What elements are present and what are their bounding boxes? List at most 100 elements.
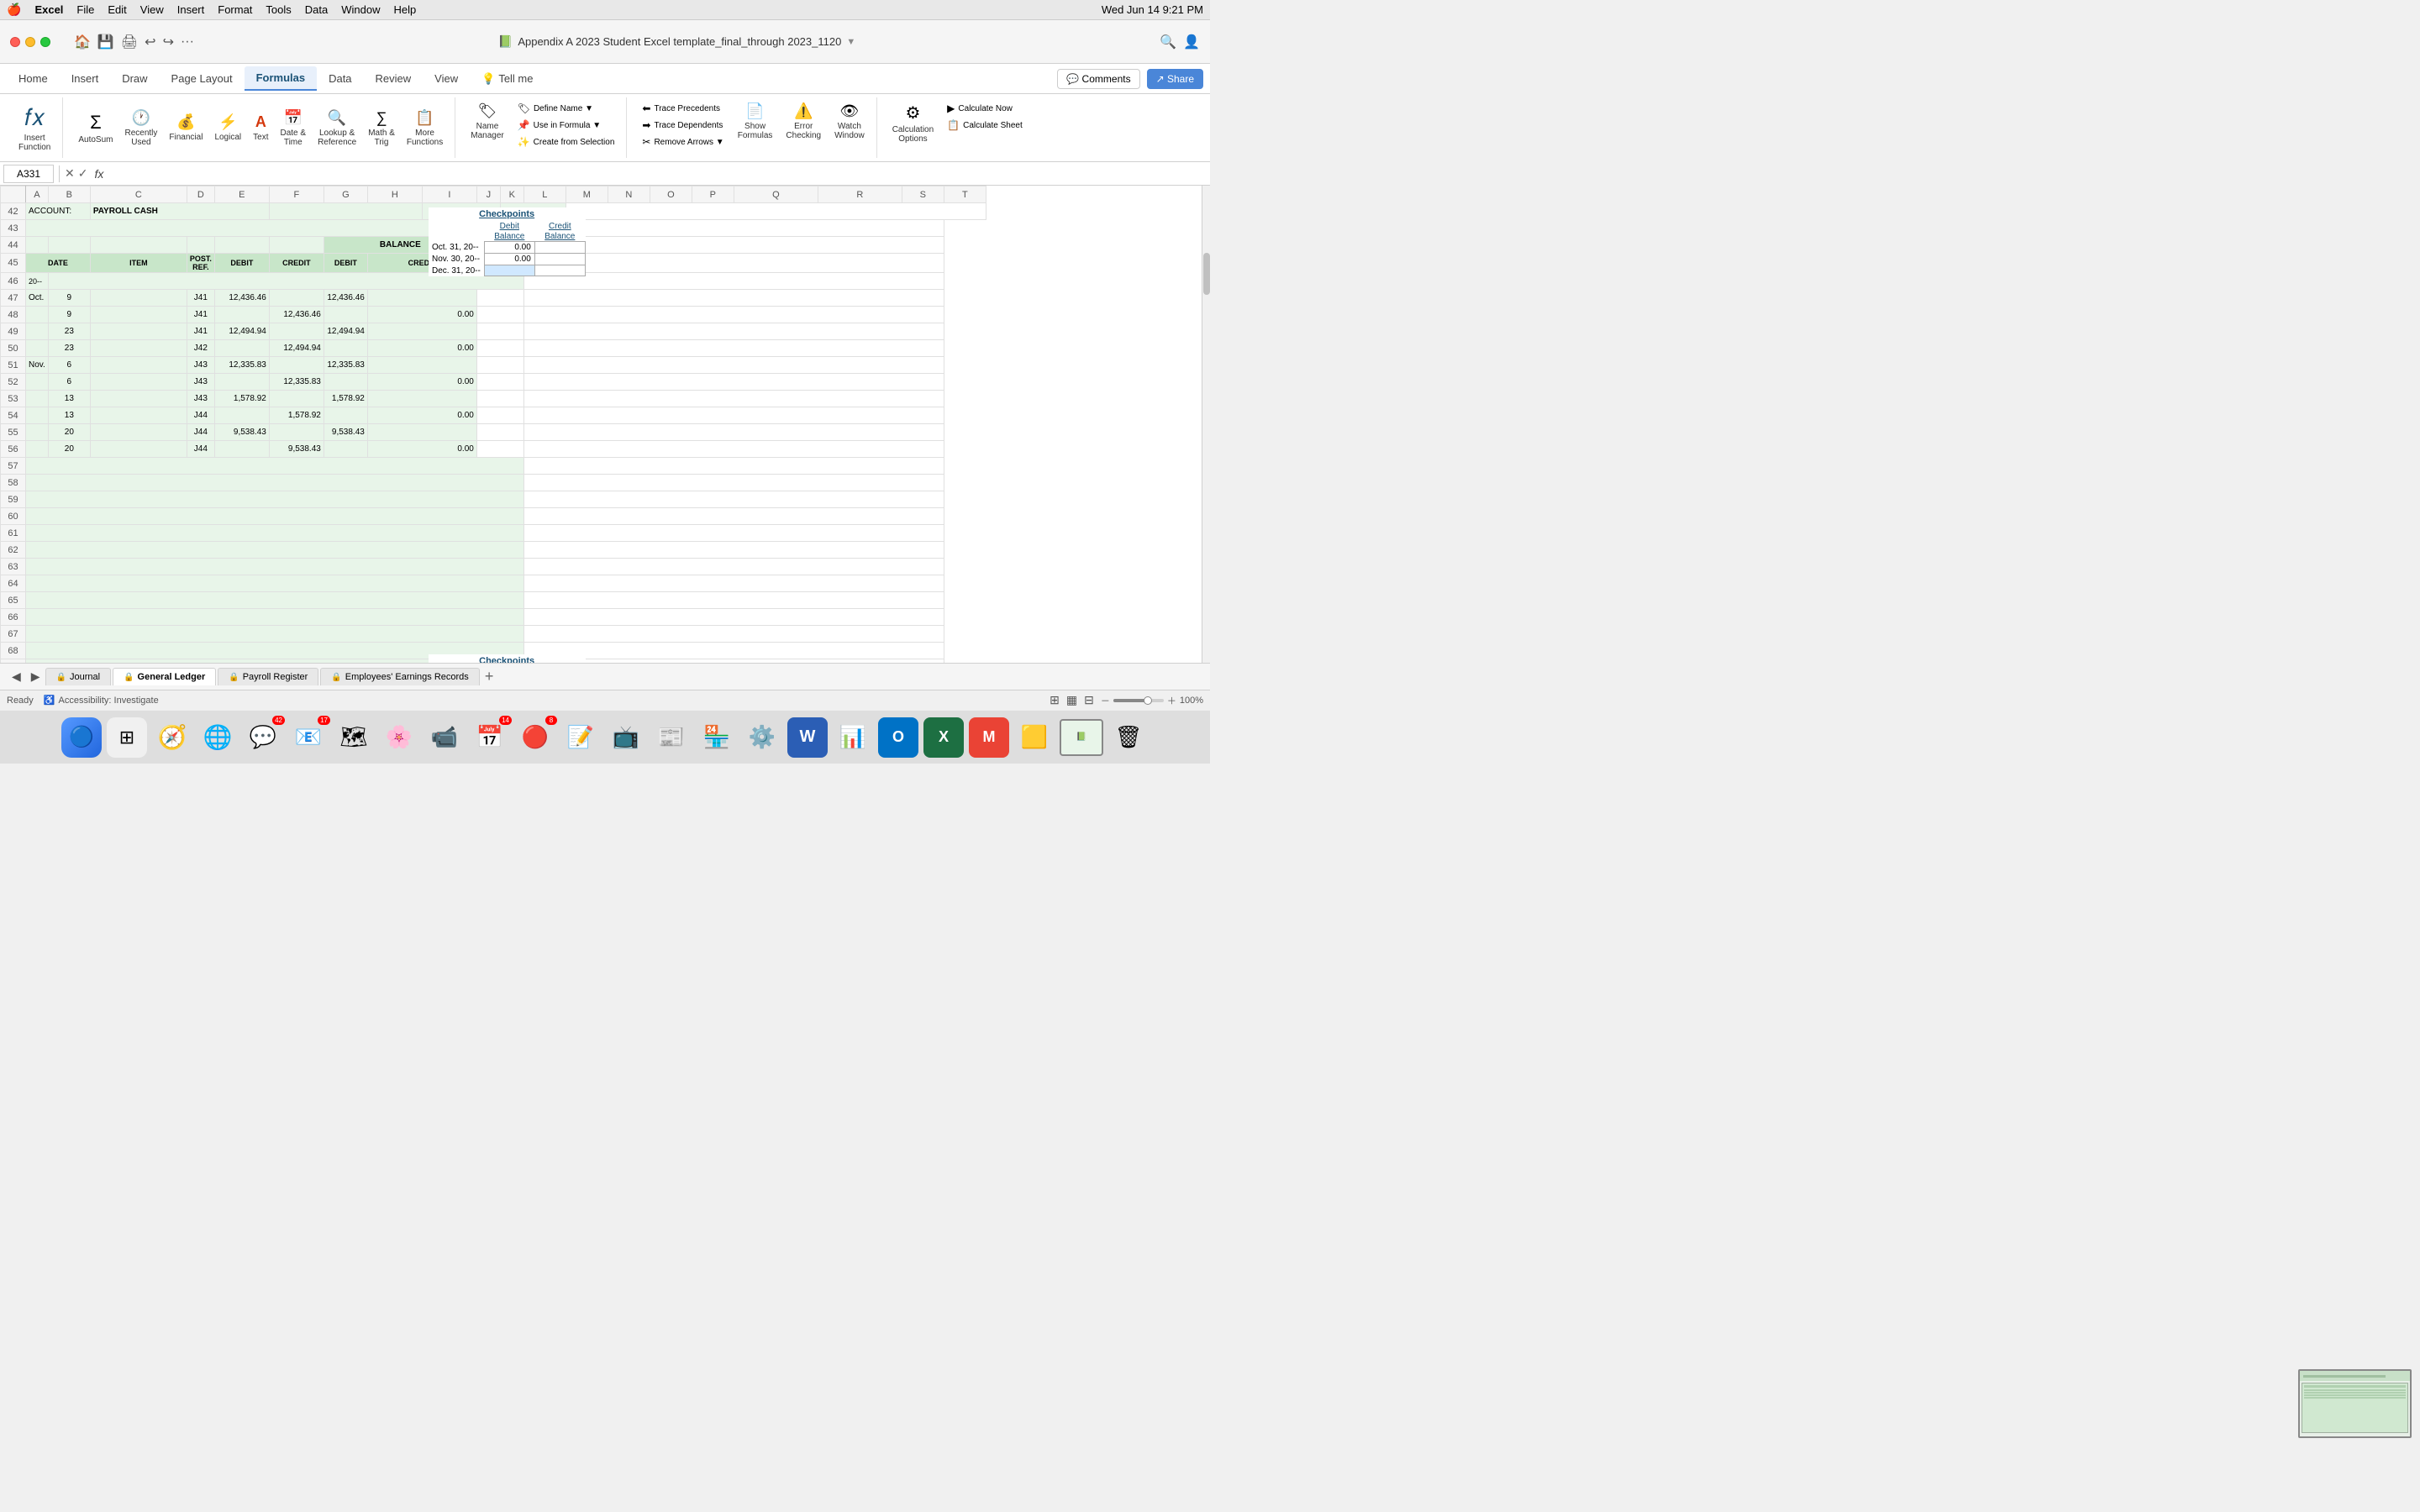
- dock-mail[interactable]: 📧 17: [288, 717, 329, 758]
- cell-A44[interactable]: [26, 237, 49, 254]
- cell-G49[interactable]: 12,494.94: [324, 323, 367, 340]
- col-header-O[interactable]: O: [650, 186, 692, 203]
- cell-G45[interactable]: DEBIT: [324, 254, 367, 273]
- cell-A52[interactable]: [26, 374, 49, 391]
- dock-calendar[interactable]: 📅 14: [470, 717, 510, 758]
- cell-D51[interactable]: J43: [187, 357, 214, 374]
- cell-E56[interactable]: [214, 441, 269, 458]
- cell-C50[interactable]: [90, 340, 187, 357]
- dock-chrome[interactable]: 🌐: [197, 717, 238, 758]
- cell-C42[interactable]: PAYROLL CASH: [90, 203, 269, 220]
- show-formulas-button[interactable]: 📄 ShowFormulas: [733, 99, 778, 144]
- fx-label[interactable]: fx: [94, 167, 103, 181]
- cell-G50[interactable]: [324, 340, 367, 357]
- dock-activity-monitor[interactable]: 📊: [833, 717, 873, 758]
- cell-A53[interactable]: [26, 391, 49, 407]
- cell-A49[interactable]: [26, 323, 49, 340]
- cell-E49[interactable]: 12,494.94: [214, 323, 269, 340]
- cell-B53[interactable]: 13: [48, 391, 90, 407]
- cell-B47[interactable]: 9: [48, 290, 90, 307]
- view-normal-icon[interactable]: ⊞: [1050, 693, 1060, 707]
- cell-G56[interactable]: [324, 441, 367, 458]
- col-header-B[interactable]: B: [48, 186, 90, 203]
- cell-B55[interactable]: 20: [48, 424, 90, 441]
- cell-C52[interactable]: [90, 374, 187, 391]
- formula-input[interactable]: [110, 168, 1207, 180]
- cell-H53[interactable]: [367, 391, 476, 407]
- insert-function-button[interactable]: 𝑓𝑥 InsertFunction: [13, 101, 55, 155]
- search-title-btn[interactable]: 🔍: [1160, 34, 1176, 50]
- tab-formulas[interactable]: Formulas: [245, 66, 318, 91]
- cell-H47[interactable]: [367, 290, 476, 307]
- dock-appstore[interactable]: 🏪: [697, 717, 737, 758]
- save-btn[interactable]: 💾: [97, 34, 114, 50]
- cancel-formula-icon[interactable]: ✕: [65, 166, 75, 181]
- zoom-slider-thumb[interactable]: [1144, 696, 1152, 705]
- cell-F45[interactable]: CREDIT: [269, 254, 324, 273]
- trace-dependents-button[interactable]: ➡ Trace Dependents: [637, 118, 729, 133]
- cell-E48[interactable]: [214, 307, 269, 323]
- cell-C49[interactable]: [90, 323, 187, 340]
- undo-btn[interactable]: ↩: [145, 34, 155, 50]
- zoom-control[interactable]: － ＋ 100%: [1101, 694, 1203, 707]
- cell-C48[interactable]: [90, 307, 187, 323]
- dock-excel-file[interactable]: 📗: [1060, 719, 1103, 756]
- cell-H50[interactable]: 0.00: [367, 340, 476, 357]
- cell-D48[interactable]: J41: [187, 307, 214, 323]
- tab-earnings-records[interactable]: 🔒 Employees' Earnings Records: [320, 668, 479, 685]
- cell-E55[interactable]: 9,538.43: [214, 424, 269, 441]
- cell-D47[interactable]: J41: [187, 290, 214, 307]
- cell-F48[interactable]: 12,436.46: [269, 307, 324, 323]
- menu-insert[interactable]: Insert: [177, 3, 205, 16]
- cell-A47[interactable]: Oct.: [26, 290, 49, 307]
- dock-maps[interactable]: 🗺: [334, 717, 374, 758]
- close-button[interactable]: [10, 37, 20, 47]
- cell-D54[interactable]: J44: [187, 407, 214, 424]
- view-layout-icon[interactable]: ▦: [1066, 693, 1077, 707]
- dock-notes[interactable]: 📝: [560, 717, 601, 758]
- col-header-S[interactable]: S: [902, 186, 944, 203]
- cell-H51[interactable]: [367, 357, 476, 374]
- tab-general-ledger[interactable]: 🔒 General Ledger: [113, 668, 216, 685]
- col-header-F[interactable]: F: [269, 186, 324, 203]
- cell-A55[interactable]: [26, 424, 49, 441]
- calculation-options-button[interactable]: ⚙ CalculationOptions: [887, 99, 939, 147]
- dock-gmail[interactable]: M: [969, 717, 1009, 758]
- cell-G54[interactable]: [324, 407, 367, 424]
- col-header-P[interactable]: P: [692, 186, 734, 203]
- cell-G51[interactable]: 12,335.83: [324, 357, 367, 374]
- error-checking-button[interactable]: ⚠️ ErrorChecking: [781, 99, 826, 144]
- cell-B54[interactable]: 13: [48, 407, 90, 424]
- maximize-button[interactable]: [40, 37, 50, 47]
- tab-next-btn[interactable]: ▶: [26, 668, 45, 685]
- calculate-sheet-button[interactable]: 📋 Calculate Sheet: [942, 118, 1028, 133]
- cp1-val1-credit[interactable]: [534, 242, 585, 254]
- cell-A51[interactable]: Nov.: [26, 357, 49, 374]
- cell-B51[interactable]: 6: [48, 357, 90, 374]
- cell-B50[interactable]: 23: [48, 340, 90, 357]
- cell-A50[interactable]: [26, 340, 49, 357]
- cell-A54[interactable]: [26, 407, 49, 424]
- cell-A56[interactable]: [26, 441, 49, 458]
- cell-F53[interactable]: [269, 391, 324, 407]
- tab-insert[interactable]: Insert: [60, 67, 111, 90]
- cell-B48[interactable]: 9: [48, 307, 90, 323]
- cell-G55[interactable]: 9,538.43: [324, 424, 367, 441]
- tab-review[interactable]: Review: [364, 67, 424, 90]
- cell-F55[interactable]: [269, 424, 324, 441]
- dock-finder[interactable]: 🔵: [61, 717, 102, 758]
- col-header-N[interactable]: N: [608, 186, 650, 203]
- view-page-icon[interactable]: ⊟: [1084, 693, 1094, 707]
- dock-reminders[interactable]: 🔴 8: [515, 717, 555, 758]
- cell-H52[interactable]: 0.00: [367, 374, 476, 391]
- financial-button[interactable]: 💰 Financial: [164, 110, 208, 145]
- tab-home[interactable]: Home: [7, 67, 60, 90]
- more-btn[interactable]: ···: [181, 34, 194, 50]
- dock-safari[interactable]: 🧭: [152, 717, 192, 758]
- col-header-M[interactable]: M: [566, 186, 608, 203]
- cell-B44[interactable]: [48, 237, 90, 254]
- cell-E47[interactable]: 12,436.46: [214, 290, 269, 307]
- logical-button[interactable]: ⚡ Logical: [209, 110, 246, 145]
- menu-help[interactable]: Help: [394, 3, 417, 16]
- cell-G52[interactable]: [324, 374, 367, 391]
